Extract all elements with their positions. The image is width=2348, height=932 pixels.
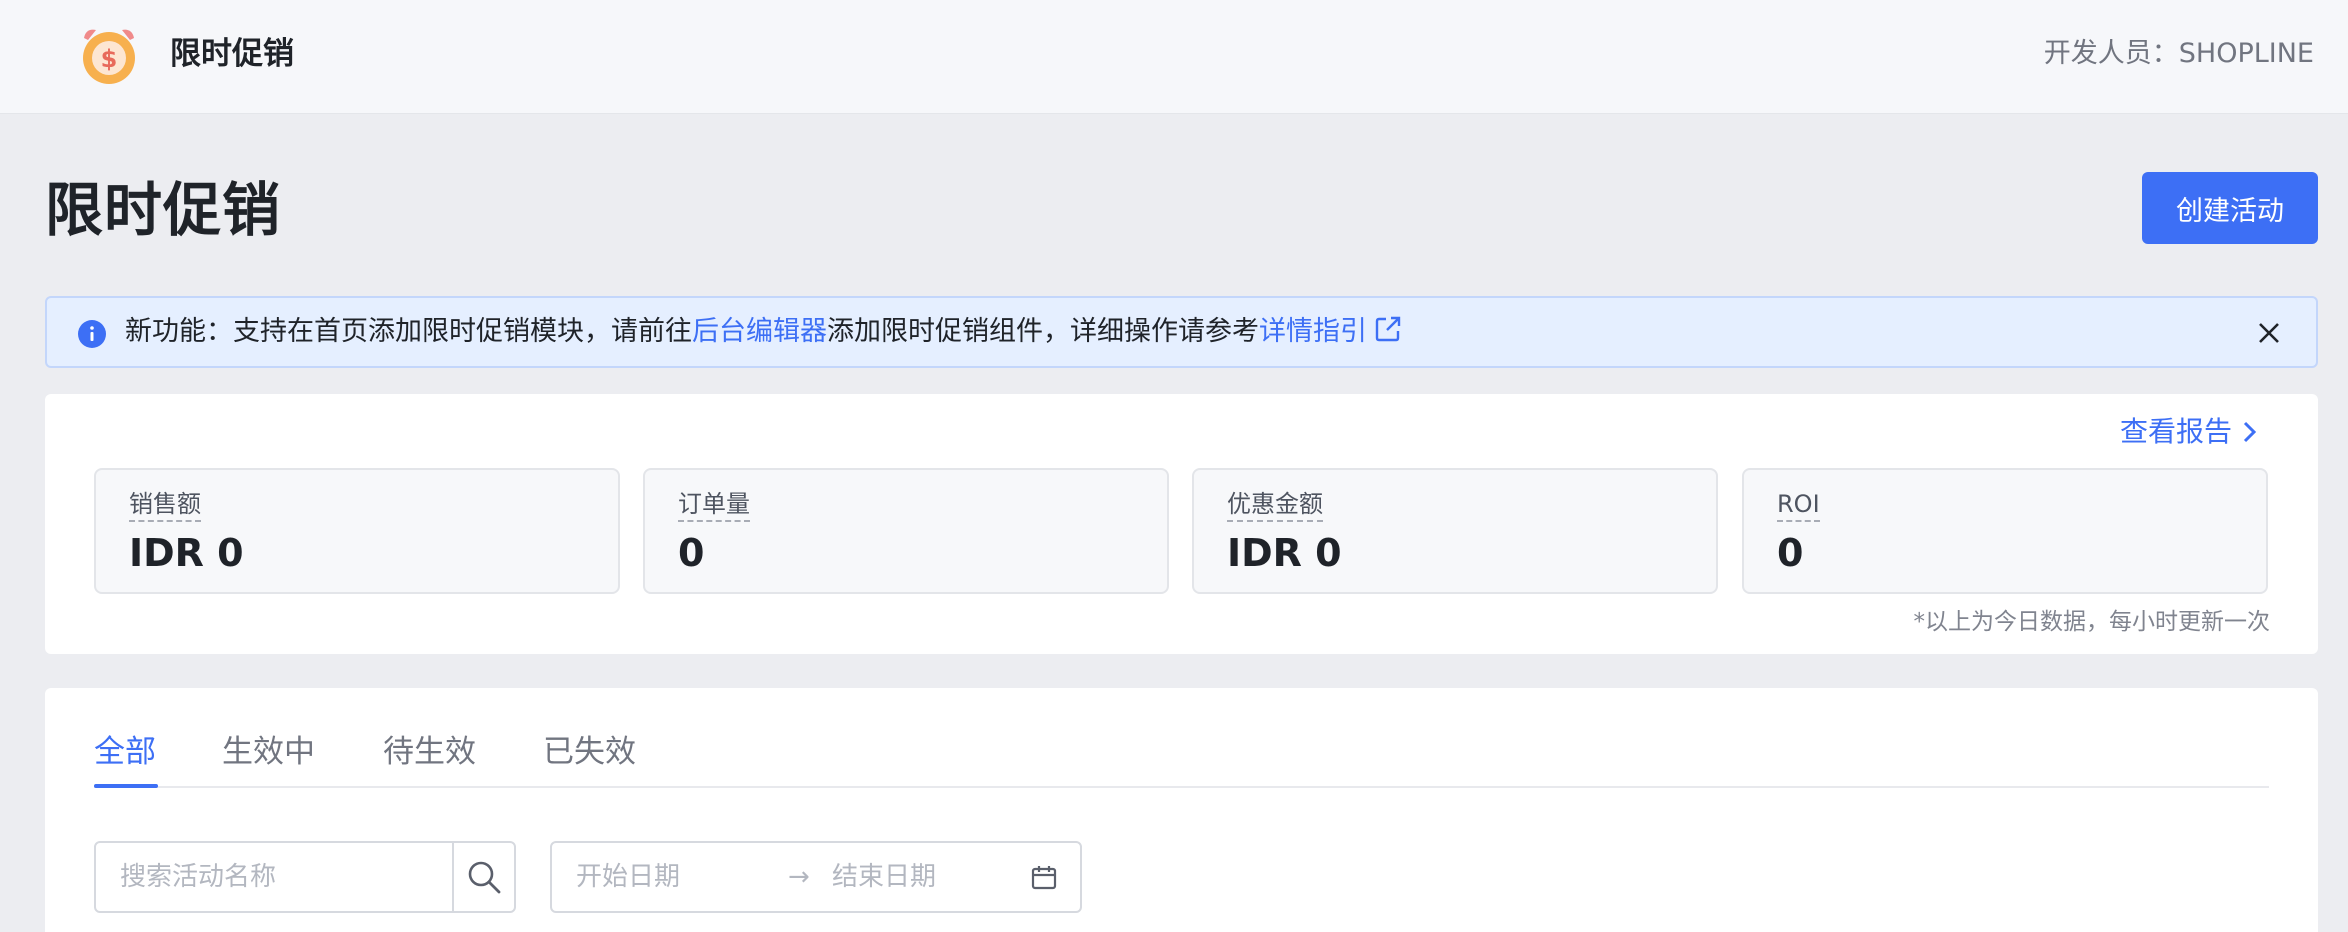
search-button[interactable] bbox=[452, 843, 514, 911]
stat-value: 0 bbox=[678, 531, 705, 575]
stats-update-note: *以上为今日数据，每小时更新一次 bbox=[1913, 609, 2271, 635]
end-date-field[interactable]: 结束日期 bbox=[832, 859, 936, 895]
app-header: $ 限时促销 开发人员：SHOPLINE bbox=[0, 0, 2348, 114]
tab-active[interactable]: 生效中 bbox=[222, 724, 315, 780]
stat-label[interactable]: 优惠金额 bbox=[1227, 488, 1323, 522]
date-range-picker[interactable]: 开始日期 → 结束日期 bbox=[550, 841, 1082, 913]
stat-value: IDR 0 bbox=[1227, 531, 1342, 575]
status-tabs: 全部 生效中 待生效 已失效 bbox=[94, 724, 2269, 788]
feature-notice-banner: 新功能：支持在首页添加限时促销模块，请前往后台编辑器添加限时促销组件，详细操作请… bbox=[45, 296, 2318, 368]
search-input[interactable]: 搜索活动名称 bbox=[94, 841, 516, 913]
date-range-arrow: → bbox=[788, 862, 810, 892]
alarm-clock-dollar-icon: $ bbox=[83, 29, 135, 84]
banner-message: 新功能：支持在首页添加限时促销模块，请前往后台编辑器添加限时促销组件，详细操作请… bbox=[125, 312, 1403, 352]
tab-all[interactable]: 全部 bbox=[94, 724, 156, 780]
stat-sales: 销售额 IDR 0 bbox=[94, 468, 620, 594]
page-title: 限时促销 bbox=[45, 176, 282, 244]
tab-scheduled[interactable]: 待生效 bbox=[383, 724, 476, 780]
stat-discount-amount: 优惠金额 IDR 0 bbox=[1192, 468, 1718, 594]
start-date-field[interactable]: 开始日期 bbox=[576, 859, 680, 895]
banner-text-middle: 添加限时促销组件，详细操作请参考 bbox=[827, 316, 1259, 347]
guide-link[interactable]: 详情指引 bbox=[1259, 316, 1403, 347]
app-title: 限时促销 bbox=[170, 36, 294, 72]
stat-orders: 订单量 0 bbox=[643, 468, 1169, 594]
view-report-link[interactable]: 查看报告 bbox=[2120, 412, 2260, 452]
calendar-icon bbox=[1031, 866, 1057, 890]
create-campaign-button[interactable]: 创建活动 bbox=[2142, 172, 2318, 244]
close-icon[interactable] bbox=[2256, 320, 2282, 346]
chevron-right-icon bbox=[2243, 421, 2257, 443]
stat-label[interactable]: 订单量 bbox=[678, 488, 750, 522]
tab-expired[interactable]: 已失效 bbox=[543, 724, 636, 780]
theme-editor-link[interactable]: 后台编辑器 bbox=[692, 316, 827, 347]
active-tab-indicator bbox=[94, 784, 158, 788]
view-report-label: 查看报告 bbox=[2119, 415, 2232, 448]
info-icon bbox=[78, 320, 106, 348]
guide-link-label: 详情指引 bbox=[1259, 316, 1367, 347]
banner-text-prefix: 新功能：支持在首页添加限时促销模块，请前往 bbox=[125, 316, 692, 347]
stat-label[interactable]: 销售额 bbox=[129, 488, 201, 522]
search-placeholder: 搜索活动名称 bbox=[120, 862, 277, 892]
stats-card: 查看报告 销售额 IDR 0 订单量 0 优惠金额 IDR 0 ROI 0 *以… bbox=[45, 394, 2318, 654]
search-icon bbox=[468, 861, 501, 894]
campaign-list-card: 全部 生效中 待生效 已失效 搜索活动名称 开始日期 → 结束日期 bbox=[45, 688, 2318, 932]
stat-value: IDR 0 bbox=[129, 531, 244, 575]
stat-roi: ROI 0 bbox=[1742, 468, 2268, 594]
stat-label[interactable]: ROI bbox=[1777, 488, 1820, 522]
stat-value: 0 bbox=[1777, 531, 1804, 575]
developer-info: 开发人员：SHOPLINE bbox=[2043, 38, 2314, 69]
external-link-icon bbox=[1375, 316, 1401, 342]
svg-text:$: $ bbox=[101, 45, 118, 73]
